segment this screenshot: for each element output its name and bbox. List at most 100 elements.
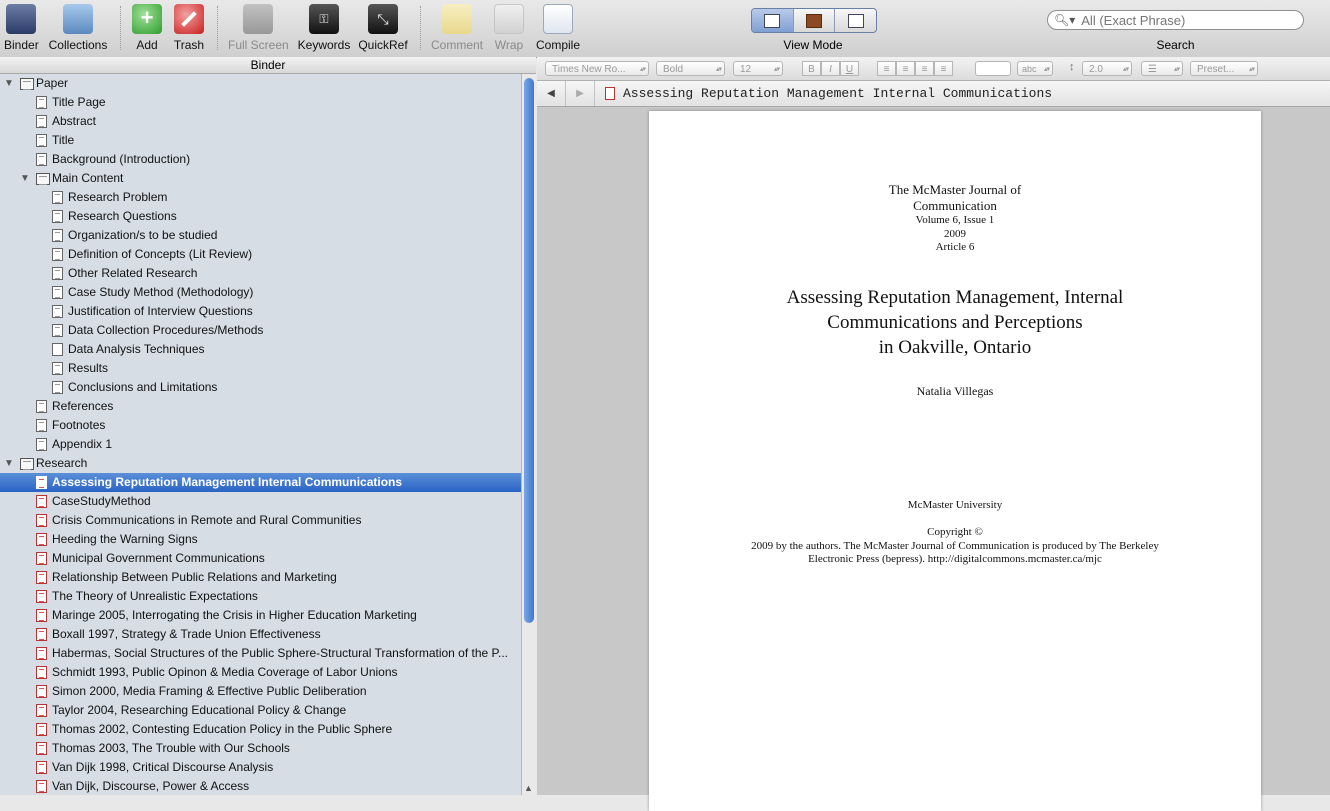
quickref-button[interactable]: ⤡ QuickRef bbox=[358, 4, 408, 52]
forward-arrow-icon[interactable]: ▶ bbox=[566, 81, 595, 106]
binder-item-label: Title Page bbox=[52, 95, 106, 109]
trash-icon bbox=[174, 4, 204, 34]
align-left-button[interactable]: ≡ bbox=[877, 61, 896, 76]
binder-item-row[interactable]: CaseStudyMethod bbox=[0, 492, 521, 511]
align-justify-button[interactable]: ≡ bbox=[934, 61, 953, 76]
pdf-file-icon bbox=[36, 647, 47, 660]
binder-item-row[interactable]: Research Problem bbox=[0, 188, 521, 207]
binder-item-row[interactable]: Crisis Communications in Remote and Rura… bbox=[0, 511, 521, 530]
text-document-icon bbox=[52, 191, 63, 204]
align-center-button[interactable]: ≡ bbox=[896, 61, 915, 76]
copyright-line2: 2009 by the authors. The McMaster Journa… bbox=[751, 539, 1159, 552]
add-button[interactable]: + Add bbox=[132, 4, 162, 52]
binder-item-row[interactable]: Boxall 1997, Strategy & Trade Union Effe… bbox=[0, 625, 521, 644]
view-mode-scrivenings[interactable] bbox=[752, 9, 794, 32]
full-screen-button[interactable]: Full Screen bbox=[228, 4, 289, 52]
binder-item-row[interactable]: Footnotes bbox=[0, 416, 521, 435]
binder-folder-row[interactable]: ▼ Research bbox=[0, 454, 521, 473]
binder-button[interactable]: Binder bbox=[4, 4, 39, 52]
binder-item-row[interactable]: Organization/s to be studied bbox=[0, 226, 521, 245]
binder-item-row[interactable]: Other Related Research bbox=[0, 264, 521, 283]
binder-item-row[interactable]: Appendix 1 bbox=[0, 435, 521, 454]
binder-item-row[interactable]: Simon 2000, Media Framing & Effective Pu… bbox=[0, 682, 521, 701]
binder-item-row[interactable]: Results bbox=[0, 359, 521, 378]
italic-button[interactable]: I bbox=[821, 61, 840, 76]
journal-header: The McMaster Journal of Communication Vo… bbox=[649, 182, 1261, 255]
binder-item-row[interactable]: Research Questions bbox=[0, 207, 521, 226]
pdf-page[interactable]: The McMaster Journal of Communication Vo… bbox=[649, 111, 1261, 811]
binder-item-label: References bbox=[52, 399, 114, 413]
binder-item-row[interactable]: Taylor 2004, Researching Educational Pol… bbox=[0, 701, 521, 720]
pdf-file-icon bbox=[36, 533, 47, 546]
view-mode-corkboard[interactable] bbox=[794, 9, 836, 32]
bold-button[interactable]: B bbox=[802, 61, 821, 76]
binder-item-row[interactable]: Relationship Between Public Relations an… bbox=[0, 568, 521, 587]
binder-item-row[interactable]: Data Collection Procedures/Methods bbox=[0, 321, 521, 340]
align-right-button[interactable]: ≡ bbox=[915, 61, 934, 76]
disclosure-triangle-icon[interactable]: ▼ bbox=[4, 454, 14, 473]
text-color-well[interactable] bbox=[975, 61, 1011, 76]
binder-folder-row[interactable]: ▼ Paper bbox=[0, 74, 521, 93]
binder-item-row[interactable]: References bbox=[0, 397, 521, 416]
pdf-file-icon bbox=[36, 761, 47, 774]
binder-item-row[interactable]: Schmidt 1993, Public Opinon & Media Cove… bbox=[0, 663, 521, 682]
binder-icon bbox=[6, 4, 36, 34]
binder-item-label: Simon 2000, Media Framing & Effective Pu… bbox=[52, 684, 367, 698]
compile-icon bbox=[543, 4, 573, 34]
paper-title-line3: in Oakville, Ontario bbox=[878, 337, 1032, 358]
preset-select[interactable]: Preset... bbox=[1190, 61, 1258, 77]
line-spacing-select[interactable]: 2.0 bbox=[1082, 61, 1132, 77]
binder-item-row[interactable]: Background (Introduction) bbox=[0, 150, 521, 169]
font-style-select[interactable]: Bold bbox=[656, 61, 725, 77]
binder-item-row[interactable]: Abstract bbox=[0, 112, 521, 131]
binder-item-row[interactable]: Municipal Government Communications bbox=[0, 549, 521, 568]
text-document-icon bbox=[52, 305, 63, 318]
binder-item-row[interactable]: Van Dijk, Discourse, Power & Access bbox=[0, 777, 521, 795]
binder-item-row[interactable]: Maringe 2005, Interrogating the Crisis i… bbox=[0, 606, 521, 625]
binder-item-row[interactable]: Definition of Concepts (Lit Review) bbox=[0, 245, 521, 264]
binder-item-label: Boxall 1997, Strategy & Trade Union Effe… bbox=[52, 627, 321, 641]
view-mode-outliner[interactable] bbox=[835, 9, 876, 32]
font-family-select[interactable]: Times New Ro... bbox=[545, 61, 649, 77]
compile-button[interactable]: Compile bbox=[535, 4, 581, 52]
scrollbar-thumb[interactable] bbox=[524, 78, 534, 623]
pdf-file-icon bbox=[36, 628, 47, 641]
binder-item-row[interactable]: Case Study Method (Methodology) bbox=[0, 283, 521, 302]
binder-item-row[interactable]: Data Analysis Techniques bbox=[0, 340, 521, 359]
binder-item-row[interactable]: Assessing Reputation Management Internal… bbox=[0, 473, 521, 492]
text-document-icon bbox=[52, 248, 63, 261]
disclosure-triangle-icon[interactable]: ▼ bbox=[4, 74, 14, 93]
binder-item-row[interactable]: Title bbox=[0, 131, 521, 150]
binder-scrollbar[interactable]: ▲ bbox=[521, 74, 537, 795]
back-arrow-icon[interactable]: ◀ bbox=[537, 81, 566, 106]
binder-item-label: Research bbox=[36, 456, 88, 470]
search-label: Search bbox=[1156, 38, 1195, 52]
search-input[interactable] bbox=[1079, 11, 1284, 29]
binder-item-row[interactable]: The Theory of Unrealistic Expectations bbox=[0, 587, 521, 606]
keywords-button[interactable]: ⚿ Keywords bbox=[297, 4, 351, 52]
binder-item-row[interactable]: Habermas, Social Structures of the Publi… bbox=[0, 644, 521, 663]
list-style-select[interactable]: ☰ bbox=[1141, 61, 1183, 77]
search-field[interactable]: 🔍︎▾ bbox=[1047, 10, 1304, 30]
paper-title-line2: Communications and Perceptions bbox=[827, 312, 1083, 333]
binder-item-row[interactable]: Thomas 2002, Contesting Education Policy… bbox=[0, 720, 521, 739]
binder-folder-row[interactable]: ▼ Main Content bbox=[0, 169, 521, 188]
binder-item-row[interactable]: Conclusions and Limitations bbox=[0, 378, 521, 397]
binder-item-row[interactable]: Heeding the Warning Signs bbox=[0, 530, 521, 549]
scroll-up-arrow-icon[interactable]: ▲ bbox=[524, 783, 533, 793]
full-screen-icon bbox=[243, 4, 273, 34]
collections-button[interactable]: Collections bbox=[47, 4, 109, 52]
disclosure-triangle-icon[interactable]: ▼ bbox=[20, 169, 30, 188]
font-size-select[interactable]: 12 bbox=[733, 61, 783, 77]
binder-item-row[interactable]: Title Page bbox=[0, 93, 521, 112]
wrap-button[interactable]: Wrap bbox=[493, 4, 525, 52]
binder-item-row[interactable]: Justification of Interview Questions bbox=[0, 302, 521, 321]
underline-button[interactable]: U bbox=[840, 61, 859, 76]
binder-item-label: Justification of Interview Questions bbox=[68, 304, 253, 318]
highlight-color-select[interactable]: abc bbox=[1017, 61, 1053, 77]
paper-title-line1: Assessing Reputation Management, Interna… bbox=[786, 287, 1124, 308]
trash-button[interactable]: Trash bbox=[172, 4, 206, 52]
binder-item-row[interactable]: Van Dijk 1998, Critical Discourse Analys… bbox=[0, 758, 521, 777]
binder-item-row[interactable]: Thomas 2003, The Trouble with Our School… bbox=[0, 739, 521, 758]
comment-button[interactable]: Comment bbox=[430, 4, 484, 52]
